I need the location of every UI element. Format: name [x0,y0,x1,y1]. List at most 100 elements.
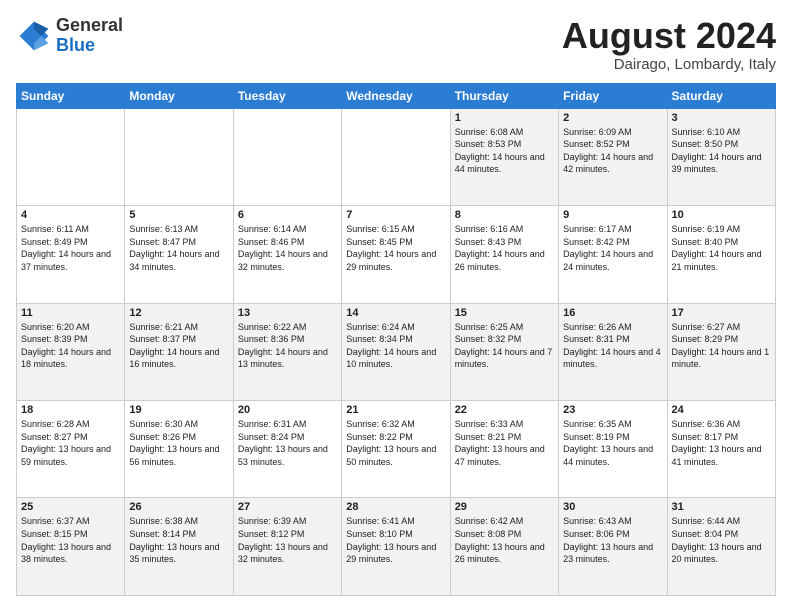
day-number: 3 [672,112,771,124]
day-number: 1 [455,112,554,124]
month-year: August 2024 [562,16,776,56]
calendar-cell: 13Sunrise: 6:22 AM Sunset: 8:36 PM Dayli… [233,303,341,400]
day-number: 5 [129,209,228,221]
logo-general: General [56,16,123,36]
day-number: 2 [563,112,662,124]
calendar-cell [342,108,450,205]
day-info: Sunrise: 6:44 AM Sunset: 8:04 PM Dayligh… [672,515,771,565]
day-number: 19 [129,404,228,416]
calendar-cell: 1 Sunrise: 6:08 AM Sunset: 8:53 PM Daylig… [450,108,558,205]
day-number: 21 [346,404,445,416]
weekday-header: Tuesday [233,83,341,108]
calendar-cell [233,108,341,205]
calendar-cell: 4 Sunrise: 6:11 AM Sunset: 8:49 PM Daylig… [17,206,125,303]
calendar-cell: 11 Sunrise: 6:20 AM Sunset: 8:39 PM Dayli… [17,303,125,400]
day-number: 29 [455,501,554,513]
day-info: Sunrise: 6:17 AM Sunset: 8:42 PM Dayligh… [563,223,662,273]
day-info: Sunrise: 6:08 AM Sunset: 8:53 PM Dayligh… [455,126,554,176]
calendar-cell: 7Sunrise: 6:15 AM Sunset: 8:45 PM Daylig… [342,206,450,303]
day-number: 17 [672,307,771,319]
day-info: Sunrise: 6:28 AM Sunset: 8:27 PM Dayligh… [21,418,120,468]
calendar-cell: 15Sunrise: 6:25 AM Sunset: 8:32 PM Dayli… [450,303,558,400]
day-info: Sunrise: 6:33 AM Sunset: 8:21 PM Dayligh… [455,418,554,468]
calendar-cell [125,108,233,205]
day-number: 20 [238,404,337,416]
day-info: Sunrise: 6:10 AM Sunset: 8:50 PM Dayligh… [672,126,771,176]
calendar-cell: 29 Sunrise: 6:42 AM Sunset: 8:08 PM Dayli… [450,498,558,596]
day-info: Sunrise: 6:19 AM Sunset: 8:40 PM Dayligh… [672,223,771,273]
day-number: 28 [346,501,445,513]
calendar-cell: 12Sunrise: 6:21 AM Sunset: 8:37 PM Dayli… [125,303,233,400]
logo-blue: Blue [56,36,123,56]
day-info: Sunrise: 6:25 AM Sunset: 8:32 PM Dayligh… [455,321,554,371]
calendar-cell: 23 Sunrise: 6:35 AM Sunset: 8:19 PM Dayli… [559,401,667,498]
calendar-cell: 10Sunrise: 6:19 AM Sunset: 8:40 PM Dayli… [667,206,775,303]
day-number: 4 [21,209,120,221]
day-number: 18 [21,404,120,416]
calendar-week-row: 11 Sunrise: 6:20 AM Sunset: 8:39 PM Dayli… [17,303,776,400]
day-info: Sunrise: 6:20 AM Sunset: 8:39 PM Dayligh… [21,321,120,371]
day-number: 25 [21,501,120,513]
day-number: 11 [21,307,120,319]
weekday-header: Monday [125,83,233,108]
calendar-week-row: 25 Sunrise: 6:37 AM Sunset: 8:15 PM Dayli… [17,498,776,596]
day-info: Sunrise: 6:14 AM Sunset: 8:46 PM Dayligh… [238,223,337,273]
calendar-cell: 28Sunrise: 6:41 AM Sunset: 8:10 PM Dayli… [342,498,450,596]
calendar-cell: 24 Sunrise: 6:36 AM Sunset: 8:17 PM Dayli… [667,401,775,498]
calendar-cell: 22Sunrise: 6:33 AM Sunset: 8:21 PM Dayli… [450,401,558,498]
day-number: 30 [563,501,662,513]
calendar-cell: 17 Sunrise: 6:27 AM Sunset: 8:29 PM Dayli… [667,303,775,400]
calendar-cell: 30 Sunrise: 6:43 AM Sunset: 8:06 PM Dayli… [559,498,667,596]
day-info: Sunrise: 6:31 AM Sunset: 8:24 PM Dayligh… [238,418,337,468]
header: General Blue August 2024 Dairago, Lombar… [16,16,776,73]
calendar-cell: 5Sunrise: 6:13 AM Sunset: 8:47 PM Daylig… [125,206,233,303]
logo: General Blue [16,16,123,56]
day-number: 26 [129,501,228,513]
day-info: Sunrise: 6:37 AM Sunset: 8:15 PM Dayligh… [21,515,120,565]
day-number: 12 [129,307,228,319]
day-info: Sunrise: 6:27 AM Sunset: 8:29 PM Dayligh… [672,321,771,371]
calendar-cell: 3 Sunrise: 6:10 AM Sunset: 8:50 PM Daylig… [667,108,775,205]
page: General Blue August 2024 Dairago, Lombar… [0,0,792,612]
weekday-header: Sunday [17,83,125,108]
day-number: 14 [346,307,445,319]
header-row: SundayMondayTuesdayWednesdayThursdayFrid… [17,83,776,108]
day-number: 16 [563,307,662,319]
day-number: 9 [563,209,662,221]
calendar-cell: 19 Sunrise: 6:30 AM Sunset: 8:26 PM Dayli… [125,401,233,498]
day-number: 13 [238,307,337,319]
calendar-cell: 27Sunrise: 6:39 AM Sunset: 8:12 PM Dayli… [233,498,341,596]
day-info: Sunrise: 6:09 AM Sunset: 8:52 PM Dayligh… [563,126,662,176]
day-info: Sunrise: 6:32 AM Sunset: 8:22 PM Dayligh… [346,418,445,468]
calendar-cell: 9 Sunrise: 6:17 AM Sunset: 8:42 PM Daylig… [559,206,667,303]
day-number: 8 [455,209,554,221]
calendar-week-row: 18 Sunrise: 6:28 AM Sunset: 8:27 PM Dayli… [17,401,776,498]
calendar-cell: 21 Sunrise: 6:32 AM Sunset: 8:22 PM Dayli… [342,401,450,498]
calendar-cell: 16 Sunrise: 6:26 AM Sunset: 8:31 PM Dayli… [559,303,667,400]
calendar-cell: 25 Sunrise: 6:37 AM Sunset: 8:15 PM Dayli… [17,498,125,596]
day-info: Sunrise: 6:30 AM Sunset: 8:26 PM Dayligh… [129,418,228,468]
day-info: Sunrise: 6:26 AM Sunset: 8:31 PM Dayligh… [563,321,662,371]
calendar-cell: 31 Sunrise: 6:44 AM Sunset: 8:04 PM Dayli… [667,498,775,596]
day-number: 31 [672,501,771,513]
day-info: Sunrise: 6:35 AM Sunset: 8:19 PM Dayligh… [563,418,662,468]
weekday-header: Friday [559,83,667,108]
title-block: August 2024 Dairago, Lombardy, Italy [562,16,776,73]
calendar-cell: 26Sunrise: 6:38 AM Sunset: 8:14 PM Dayli… [125,498,233,596]
logo-text: General Blue [56,16,123,56]
day-info: Sunrise: 6:36 AM Sunset: 8:17 PM Dayligh… [672,418,771,468]
day-info: Sunrise: 6:24 AM Sunset: 8:34 PM Dayligh… [346,321,445,371]
calendar-cell: 2 Sunrise: 6:09 AM Sunset: 8:52 PM Daylig… [559,108,667,205]
location: Dairago, Lombardy, Italy [562,56,776,73]
weekday-header: Thursday [450,83,558,108]
logo-icon [16,18,52,54]
calendar-cell: 8Sunrise: 6:16 AM Sunset: 8:43 PM Daylig… [450,206,558,303]
calendar-cell: 6Sunrise: 6:14 AM Sunset: 8:46 PM Daylig… [233,206,341,303]
day-info: Sunrise: 6:39 AM Sunset: 8:12 PM Dayligh… [238,515,337,565]
day-info: Sunrise: 6:42 AM Sunset: 8:08 PM Dayligh… [455,515,554,565]
day-info: Sunrise: 6:43 AM Sunset: 8:06 PM Dayligh… [563,515,662,565]
day-number: 23 [563,404,662,416]
day-number: 24 [672,404,771,416]
calendar-table: SundayMondayTuesdayWednesdayThursdayFrid… [16,83,776,596]
day-info: Sunrise: 6:11 AM Sunset: 8:49 PM Dayligh… [21,223,120,273]
